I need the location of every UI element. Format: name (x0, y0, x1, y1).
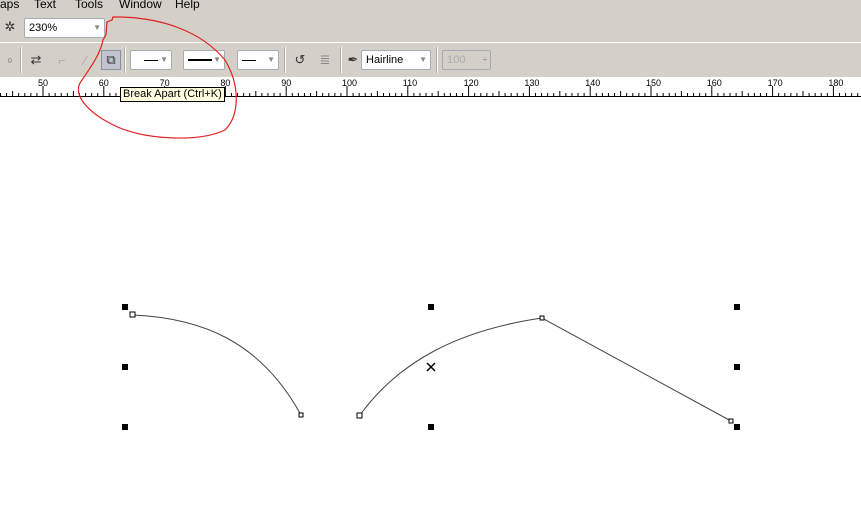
curve-segment-2 (359, 317, 732, 422)
curve-segment-1 (132, 314, 302, 416)
drawing-canvas[interactable] (0, 0, 861, 525)
selection-handle (428, 304, 434, 310)
tooltip: Break Apart (Ctrl+K) (120, 87, 225, 102)
selection-handle (428, 424, 434, 430)
node (728, 418, 734, 424)
selection-handle (734, 304, 740, 310)
node (298, 412, 304, 418)
annotation-circle (77, 16, 237, 139)
node (129, 311, 136, 318)
selection-handle (122, 304, 128, 310)
node (539, 315, 545, 321)
selection-handle (122, 364, 128, 370)
node (356, 412, 363, 419)
center-marker-icon (426, 362, 436, 372)
selection-handle (734, 424, 740, 430)
selection-handle (734, 364, 740, 370)
selection-handle (122, 424, 128, 430)
